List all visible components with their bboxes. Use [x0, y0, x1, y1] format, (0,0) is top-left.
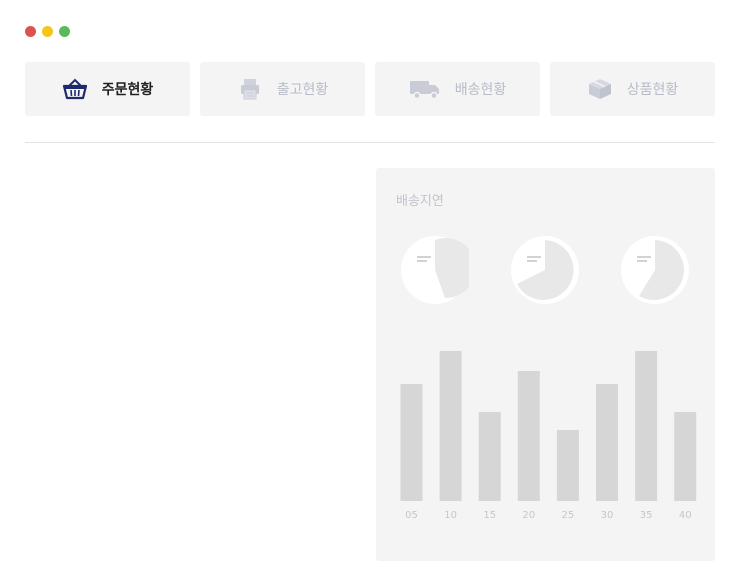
bar-25 — [556, 430, 579, 501]
tab-label: 출고현황 — [276, 82, 329, 98]
tab-label: 주문현황 — [101, 82, 154, 98]
x-tick-label: 10 — [444, 510, 457, 521]
tab-order-status[interactable]: 주문현황 — [25, 62, 190, 116]
tab-label: 배송현황 — [454, 82, 507, 98]
basket-icon — [62, 77, 88, 101]
bar-20 — [517, 371, 540, 501]
x-tick-label: 20 — [522, 510, 535, 521]
delivery-delay-bar-chart: 05 10 15 20 25 30 35 40 — [400, 351, 697, 521]
bar-15 — [478, 412, 501, 501]
tab-label: 상품현황 — [626, 82, 679, 98]
x-tick-label: 25 — [562, 510, 575, 521]
x-tick-label: 05 — [405, 510, 418, 521]
bar-10 — [439, 351, 462, 501]
status-tabs: 주문현황 출고현황 배송현황 상품현황 — [25, 62, 715, 116]
x-tick-label: 30 — [601, 510, 614, 521]
box-icon — [587, 77, 613, 101]
divider — [25, 142, 715, 143]
maximize-window-dot[interactable] — [59, 26, 70, 37]
bar-05 — [400, 384, 423, 501]
close-window-dot[interactable] — [25, 26, 36, 37]
minimize-window-dot[interactable] — [42, 26, 53, 37]
printer-icon — [237, 77, 263, 101]
delivery-delay-panel: 배송지연 05 10 15 20 25 30 35 40 — [376, 168, 715, 561]
truck-icon — [409, 77, 441, 101]
tab-product-status[interactable]: 상품현황 — [550, 62, 715, 116]
window-controls — [25, 26, 70, 37]
bar-30 — [596, 384, 618, 501]
x-tick-label: 40 — [679, 510, 692, 521]
x-tick-label: 35 — [640, 510, 653, 521]
bar-40 — [674, 412, 697, 501]
tab-shipment-status[interactable]: 출고현황 — [200, 62, 365, 116]
bar-35 — [635, 351, 658, 501]
x-tick-label: 15 — [483, 510, 496, 521]
tab-delivery-status[interactable]: 배송현황 — [375, 62, 540, 116]
